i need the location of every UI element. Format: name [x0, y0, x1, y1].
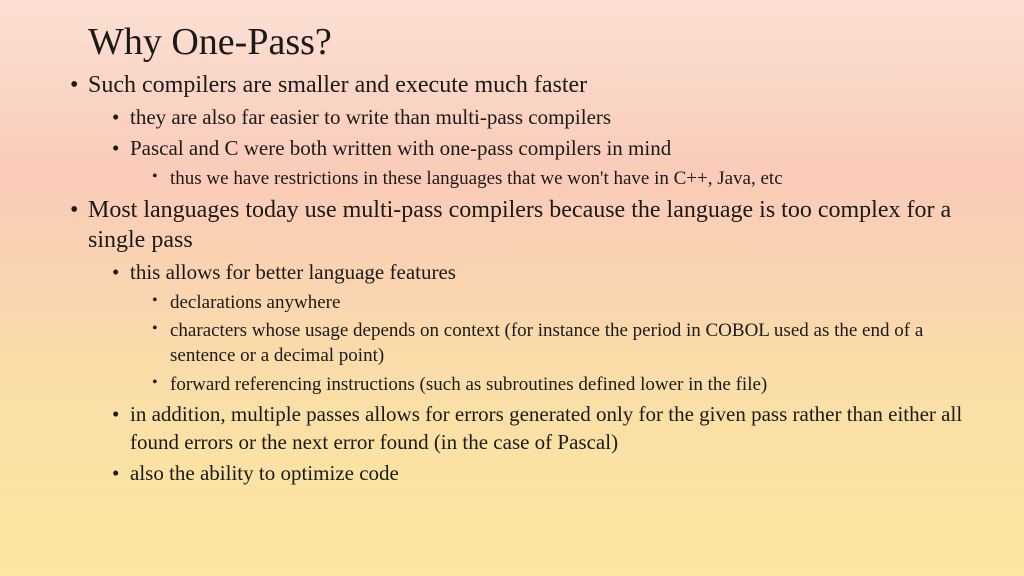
list-item: this allows for better language features: [130, 259, 986, 286]
list-item: declarations anywhere: [170, 291, 986, 316]
list-item: thus we have restrictions in these langu…: [170, 167, 986, 192]
list-item: they are also far easier to write than m…: [130, 104, 986, 131]
list-item: Most languages today use multi-pass comp…: [88, 195, 986, 255]
list-item: also the ability to optimize code: [130, 460, 986, 487]
list-item: forward referencing instructions (such a…: [170, 373, 986, 398]
list-item: characters whose usage depends on contex…: [170, 319, 986, 368]
list-item: in addition, multiple passes allows for …: [130, 401, 986, 456]
list-item: Such compilers are smaller and execute m…: [88, 70, 986, 100]
slide-title: Why One-Pass?: [88, 20, 986, 64]
bullet-list: Such compilers are smaller and execute m…: [88, 70, 986, 487]
list-item: Pascal and C were both written with one-…: [130, 135, 986, 162]
